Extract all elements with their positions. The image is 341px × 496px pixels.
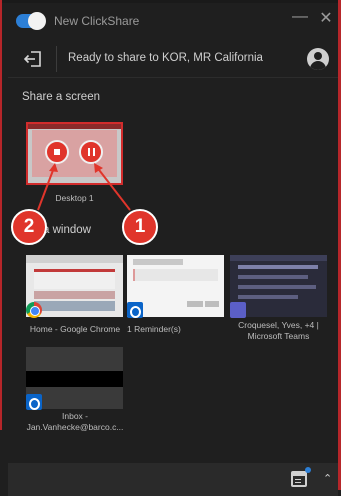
reminder-btn-b — [205, 301, 219, 307]
callout-2: 2 — [11, 209, 47, 245]
notification-dot — [305, 467, 311, 473]
calendar-icon-line — [295, 482, 301, 483]
callout-2-arrowhead — [49, 163, 58, 172]
callout-1: 1 — [122, 209, 158, 245]
inbox-dark-band — [26, 371, 123, 387]
reminder-btn-a — [187, 301, 203, 307]
chrome-page-footer — [34, 301, 115, 311]
callout-2-arrow — [37, 164, 56, 211]
inbox-window-label: Inbox - Jan.Vanhecke@barco.c... — [26, 411, 124, 432]
callout-1-arrowhead — [94, 163, 103, 173]
chrome-tabbar — [26, 255, 123, 263]
calendar-icon-line — [295, 479, 301, 480]
reminder-title — [133, 259, 183, 265]
calendar-icon[interactable] — [291, 471, 307, 487]
outlook-icon — [26, 394, 42, 410]
teams-window-label: Croquesel, Yves, +4 | Microsoft Teams — [238, 320, 319, 341]
chevron-up-icon[interactable]: ⌃ — [323, 472, 332, 485]
teams-line-3 — [238, 285, 316, 289]
bottom-bar: ⌃ — [8, 463, 338, 496]
teams-icon — [230, 302, 246, 318]
chrome-page-images — [34, 291, 115, 299]
teams-line-4 — [238, 295, 298, 299]
outlook-icon — [127, 302, 143, 318]
chrome-icon — [26, 302, 42, 318]
chrome-window-label: Home - Google Chrome — [29, 324, 121, 334]
teams-line-2 — [238, 275, 308, 279]
calendar-icon-top — [293, 473, 305, 476]
reminder-window-label: 1 Reminder(s) — [127, 324, 181, 334]
chrome-page-header — [34, 269, 115, 289]
teams-line-1 — [238, 265, 318, 269]
reminder-row — [133, 269, 218, 281]
teams-topbar — [230, 255, 327, 261]
callout-1-arrow — [95, 165, 131, 211]
